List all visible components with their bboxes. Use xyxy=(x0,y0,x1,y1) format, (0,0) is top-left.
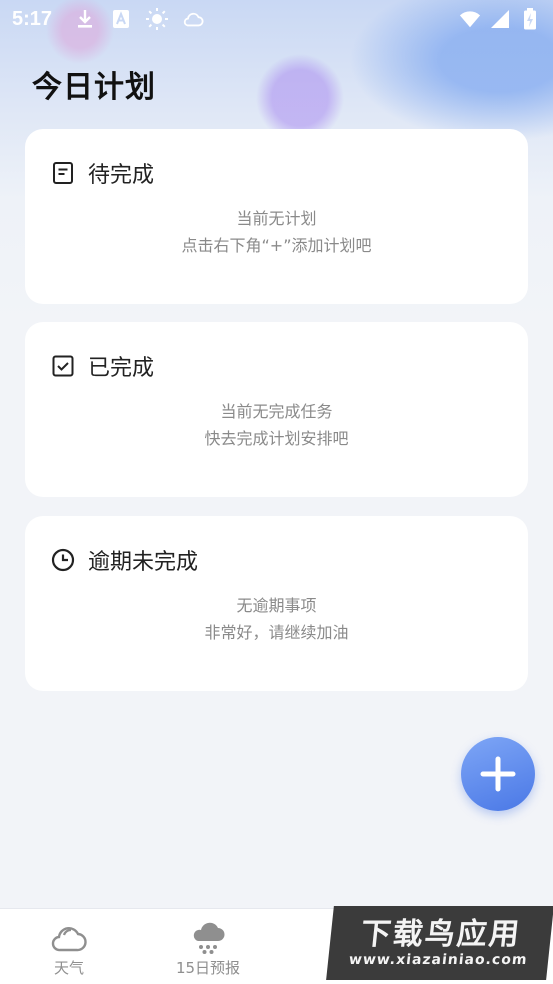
battery-charging-icon xyxy=(519,8,541,30)
wifi-icon xyxy=(459,8,481,30)
card-empty-message: 无逾期事项 非常好，请继续加油 xyxy=(25,592,528,646)
empty-message-line: 无逾期事项 xyxy=(236,596,317,615)
status-notification-icons xyxy=(74,8,204,30)
plus-icon xyxy=(480,756,516,792)
status-time: 5:17 xyxy=(12,7,53,30)
card-header: 逾期未完成 xyxy=(51,544,198,576)
document-list-icon xyxy=(51,161,75,185)
nav-item-weather[interactable]: 天气 xyxy=(0,909,138,984)
nav-item-15day-forecast[interactable]: 15日预报 xyxy=(138,909,278,984)
empty-message-line: 点击右下角“+”添加计划吧 xyxy=(181,236,372,255)
nav-label: 天气 xyxy=(53,959,84,977)
card-header: 待完成 xyxy=(51,157,154,189)
watermark-url: www.xiazainiao.com xyxy=(348,952,529,968)
empty-message-line: 非常好，请继续加油 xyxy=(204,623,349,642)
font-a-icon xyxy=(110,8,132,30)
cloud-outline-icon xyxy=(182,8,204,30)
checkbox-checked-icon xyxy=(51,354,75,378)
cell-signal-icon xyxy=(489,8,511,30)
page-title: 今日计划 xyxy=(32,70,156,105)
card-empty-message: 当前无完成任务 快去完成计划安排吧 xyxy=(25,398,528,452)
card-title: 已完成 xyxy=(88,356,155,381)
rain-cloud-icon xyxy=(189,921,227,955)
card-title: 逾期未完成 xyxy=(88,550,199,575)
add-plan-button[interactable] xyxy=(461,737,535,811)
cloud-icon xyxy=(50,921,88,955)
status-system-icons xyxy=(459,8,541,30)
empty-message-line: 当前无完成任务 xyxy=(220,402,333,421)
empty-message-line: 当前无计划 xyxy=(236,209,317,228)
completed-card: 已完成 当前无完成任务 快去完成计划安排吧 xyxy=(25,322,528,497)
watermark-logo: 下载鸟应用 www.xiazainiao.com xyxy=(326,906,553,980)
empty-message-line: 快去完成计划安排吧 xyxy=(204,429,349,448)
card-header: 已完成 xyxy=(51,350,154,382)
watermark-text: 下载鸟应用 xyxy=(359,917,523,952)
clock-icon xyxy=(51,548,75,572)
download-icon xyxy=(74,8,96,30)
status-bar: 5:17 xyxy=(0,0,553,38)
overdue-card: 逾期未完成 无逾期事项 非常好，请继续加油 xyxy=(25,516,528,691)
pending-card: 待完成 当前无计划 点击右下角“+”添加计划吧 xyxy=(25,129,528,304)
card-title: 待完成 xyxy=(88,163,155,188)
sun-icon xyxy=(146,8,169,30)
nav-label: 15日预报 xyxy=(175,959,241,977)
card-empty-message: 当前无计划 点击右下角“+”添加计划吧 xyxy=(25,205,528,259)
